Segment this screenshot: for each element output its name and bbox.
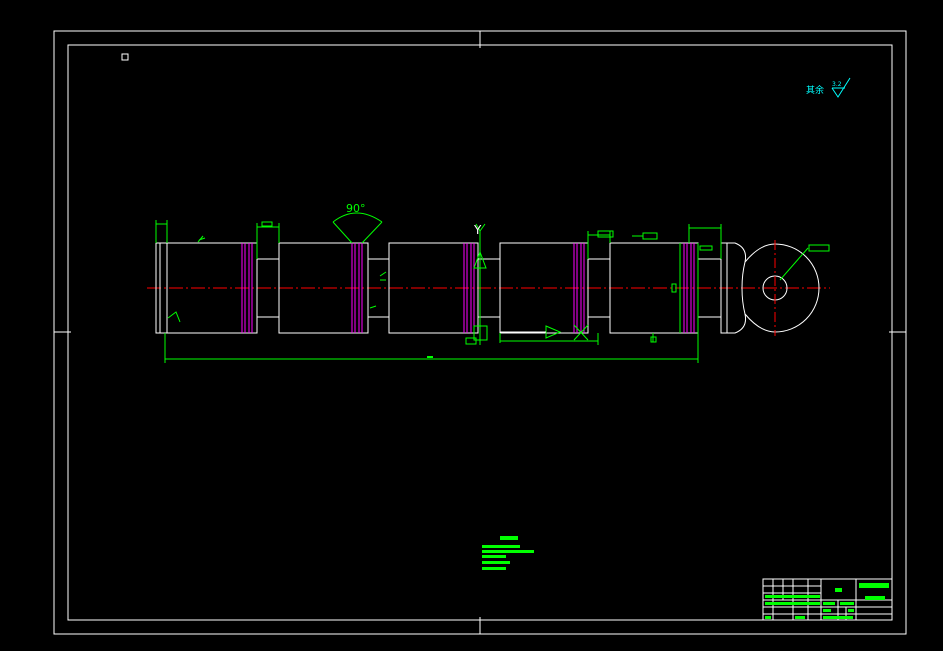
technical-notes [482, 536, 534, 570]
cad-drawing-canvas: 其余 3.2 90° Y [53, 30, 907, 635]
roughness-note-text: 其余 [806, 84, 824, 96]
angle-label: 90° [346, 202, 366, 215]
datum-label: Y [473, 223, 482, 237]
ucs-square-icon [121, 53, 129, 61]
roughness-note: 其余 3.2 [806, 77, 851, 98]
roughness-value: 3.2 [832, 81, 842, 88]
